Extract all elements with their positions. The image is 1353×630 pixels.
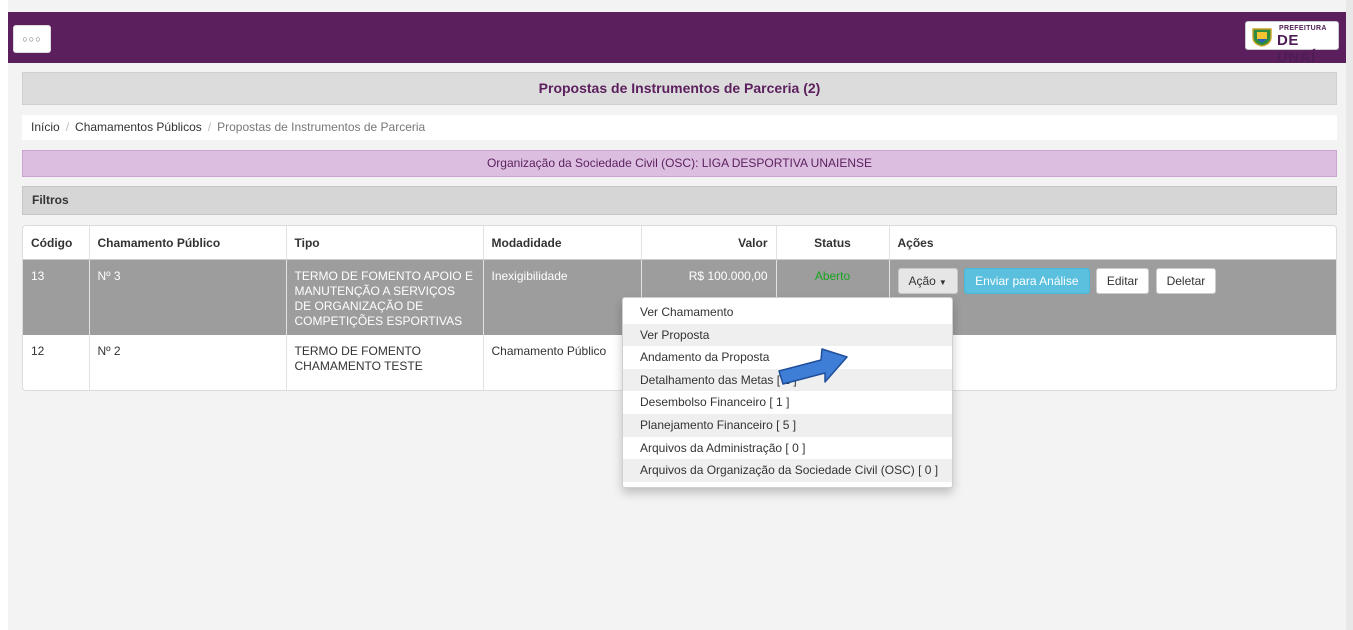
breadcrumb: Início / Chamamentos Públicos / Propostas de… — [22, 115, 1337, 140]
menu-item-planejamento-financeiro[interactable]: Planejamento Financeiro [ 5 ] — [623, 413, 952, 437]
cell-codigo: 13 — [23, 259, 90, 335]
prefeitura-crest-icon — [1252, 28, 1272, 47]
column-header-modalidade[interactable]: Modadidade — [483, 226, 642, 260]
top-navbar: ○○○ PREFEITURA DE UNAÍ — [8, 12, 1346, 66]
prefeitura-logo[interactable]: PREFEITURA DE UNAÍ — [1245, 21, 1339, 66]
breadcrumb-link-inicio[interactable]: Início — [31, 120, 60, 134]
editar-button[interactable]: Editar — [1095, 267, 1150, 294]
menu-dots-icon[interactable]: ○○○ — [13, 25, 51, 53]
page-title: Propostas de Instrumentos de Parceria (2… — [22, 72, 1337, 105]
acao-dropdown-button[interactable]: Ação ▼ — [897, 268, 958, 294]
caret-down-icon: ▼ — [938, 278, 947, 287]
acao-dropdown-menu: Ver Chamamento Ver Proposta Andamento da… — [622, 297, 953, 488]
column-header-valor[interactable]: Valor — [641, 226, 777, 260]
logo-text-line2: DE UNAÍ — [1277, 32, 1316, 66]
cell-chamamento: Nº 3 — [89, 259, 287, 335]
menu-item-ver-chamamento[interactable]: Ver Chamamento — [623, 301, 952, 324]
menu-item-ver-proposta[interactable]: Ver Proposta — [623, 323, 952, 347]
enviar-para-analise-button[interactable]: Enviar para Análise — [964, 267, 1090, 294]
menu-item-desembolso-financeiro[interactable]: Desembolso Financeiro [ 1 ] — [623, 391, 952, 414]
cell-chamamento: Nº 2 — [89, 335, 287, 390]
cell-tipo: TERMO DE FOMENTO CHAMAMENTO TESTE — [286, 335, 484, 390]
breadcrumb-current: Propostas de Instrumentos de Parceria — [217, 120, 426, 134]
menu-item-arquivos-osc[interactable]: Arquivos da Organização da Sociedade Civ… — [623, 459, 952, 482]
annotation-arrow-icon — [778, 348, 848, 385]
cell-tipo: TERMO DE FOMENTO APOIO E MANUTENÇÃO A SE… — [286, 259, 484, 335]
page-scrollbar[interactable] — [1346, 0, 1353, 630]
column-header-codigo[interactable]: Código — [23, 226, 90, 260]
cell-modalidade: Inexigibilidade — [483, 259, 642, 335]
filters-panel-header[interactable]: Filtros — [22, 186, 1337, 215]
breadcrumb-separator: / — [65, 120, 70, 134]
column-header-chamamento[interactable]: Chamamento Público — [89, 226, 287, 260]
cell-acoes: Ação ▼ Enviar para Análise Editar Deletar — [889, 259, 1336, 335]
column-header-acoes: Ações — [889, 226, 1336, 260]
logo-text-line1: PREFEITURA — [1279, 25, 1327, 32]
acao-button-label: Ação — [908, 274, 936, 288]
column-header-tipo[interactable]: Tipo — [286, 226, 484, 260]
breadcrumb-link-chamamentos[interactable]: Chamamentos Públicos — [75, 120, 202, 134]
menu-item-arquivos-administracao[interactable]: Arquivos da Administração [ 0 ] — [623, 437, 952, 460]
cell-codigo: 12 — [23, 335, 90, 390]
table-header-row: Código Chamamento Público Tipo Modadidad… — [23, 226, 1336, 260]
deletar-button[interactable]: Deletar — [1155, 267, 1217, 294]
cell-acoes — [889, 335, 1336, 390]
column-header-status[interactable]: Status — [776, 226, 890, 260]
cell-modalidade: Chamamento Público — [483, 335, 642, 390]
breadcrumb-separator: / — [207, 120, 212, 134]
osc-banner: Organização da Sociedade Civil (OSC): LI… — [22, 150, 1337, 177]
